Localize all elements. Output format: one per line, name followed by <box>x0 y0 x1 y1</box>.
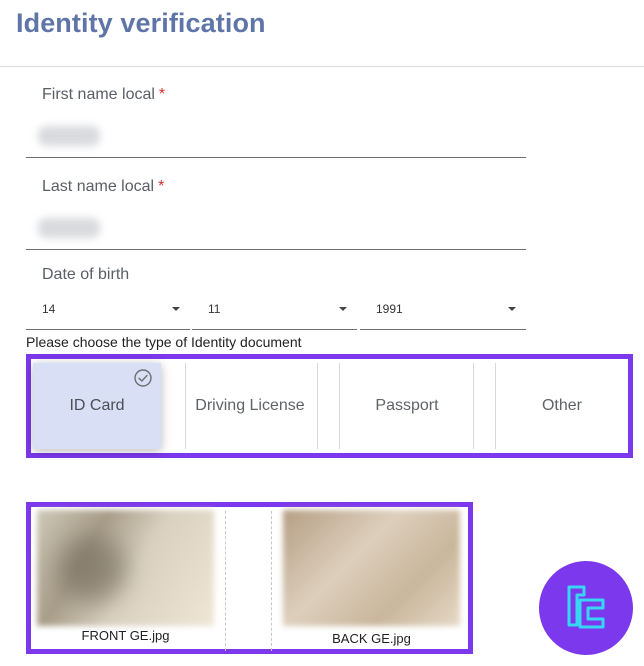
dob-year-value: 1991 <box>376 302 403 316</box>
front-file-name: FRONT GE.jpg <box>81 628 170 643</box>
check-circle-icon <box>134 369 152 387</box>
back-file-name: BACK GE.jpg <box>332 631 411 646</box>
caret-down-icon <box>508 307 516 311</box>
tc-logo-icon <box>567 585 605 629</box>
doc-option-other[interactable]: Other <box>496 363 628 449</box>
dob-day-select[interactable]: 14 <box>26 290 190 330</box>
first-name-label: First name local * <box>42 86 165 104</box>
brand-logo <box>539 561 633 655</box>
back-image-thumbnail <box>283 510 460 626</box>
option-divider <box>317 363 318 449</box>
doc-option-label: Driving License <box>195 397 305 414</box>
caret-down-icon <box>339 307 347 311</box>
first-name-label-text: First name local <box>42 86 155 103</box>
photo-blur <box>59 536 127 602</box>
doc-option-id-card[interactable]: ID Card <box>33 363 161 449</box>
upload-divider <box>271 511 272 651</box>
front-image-thumbnail <box>37 510 214 626</box>
dob-year-select[interactable]: 1991 <box>360 290 526 330</box>
page-title: Identity verification <box>16 8 266 38</box>
doc-option-label: ID Card <box>69 397 125 414</box>
caret-down-icon <box>172 307 180 311</box>
first-name-value-blurred <box>38 126 100 146</box>
document-type-prompt: Please choose the type of Identity docum… <box>26 334 302 350</box>
required-star: * <box>158 86 166 103</box>
header-divider <box>0 66 644 67</box>
option-divider <box>473 363 474 449</box>
doc-option-label: Passport <box>375 397 439 414</box>
dob-month-select[interactable]: 11 <box>192 290 357 330</box>
doc-option-passport[interactable]: Passport <box>340 363 474 449</box>
document-type-selector: ID Card Driving License Passport Other <box>26 354 633 458</box>
required-star: * <box>158 178 165 195</box>
first-name-field[interactable] <box>26 110 526 158</box>
upload-divider <box>225 511 226 651</box>
last-name-value-blurred <box>38 218 100 238</box>
date-of-birth-label: Date of birth <box>42 266 130 283</box>
dob-month-value: 11 <box>208 302 221 316</box>
last-name-label: Last name local * <box>42 178 164 196</box>
doc-option-driving-license[interactable]: Driving License <box>186 363 314 449</box>
last-name-field[interactable] <box>26 202 526 250</box>
upload-tile-front[interactable]: FRONT GE.jpg <box>37 510 214 650</box>
last-name-label-text: Last name local <box>42 178 155 195</box>
document-uploads: FRONT GE.jpg BACK GE.jpg <box>26 502 473 654</box>
dob-day-value: 14 <box>42 302 56 316</box>
upload-tile-back[interactable]: BACK GE.jpg <box>283 510 460 650</box>
doc-option-label: Other <box>541 397 582 414</box>
